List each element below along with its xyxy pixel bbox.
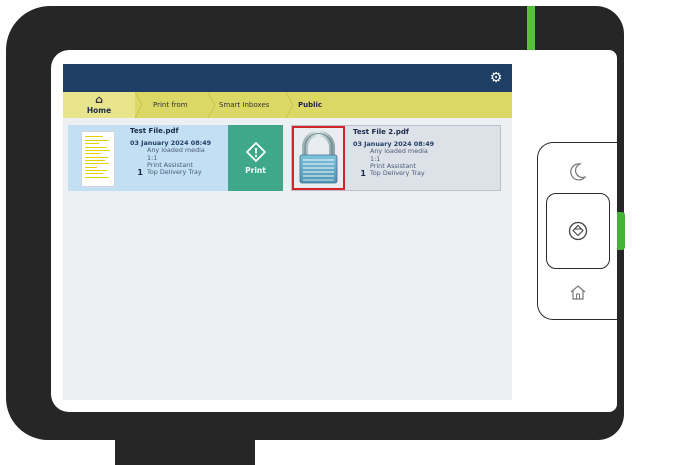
job-copies: 1 (137, 168, 143, 178)
activity-led (617, 212, 625, 250)
breadcrumb-separator (208, 92, 216, 118)
gear-icon: ⚙ (489, 70, 503, 86)
locked-job-thumbnail[interactable] (292, 126, 345, 190)
home-key[interactable] (560, 278, 596, 306)
breadcrumb: ⌂ Home Print from Smart Inboxes Public (63, 92, 512, 118)
breadcrumb-home[interactable]: ⌂ Home (63, 92, 135, 118)
job-name: Test File 2.pdf (353, 128, 409, 136)
home-icon: ⌂ (95, 93, 103, 106)
app-window: ⚙ ⌂ Home Print from Smart Inboxes Public (63, 64, 512, 400)
job-media: Any loaded media (147, 146, 205, 155)
stop-icon (568, 221, 588, 241)
breadcrumb-separator (135, 92, 143, 118)
status-led (527, 6, 535, 50)
job-tray: Top Delivery Tray (370, 169, 425, 178)
printer-device-stand (115, 440, 255, 465)
job-details: Test File.pdf 03 January 2024 08:49 Any … (130, 127, 211, 178)
print-button-label: Print (245, 165, 266, 175)
stop-key[interactable] (546, 193, 610, 269)
moon-icon (570, 163, 586, 181)
job-tray: Top Delivery Tray (147, 168, 202, 177)
lock-icon (299, 130, 338, 184)
breadcrumb-public[interactable]: Public (298, 92, 322, 118)
breadcrumb-smart-inboxes[interactable]: Smart Inboxes (219, 92, 269, 118)
job-card-test-file-2[interactable]: Test File 2.pdf 03 January 2024 08:49 An… (291, 125, 501, 191)
touch-screen: ⚙ ⌂ Home Print from Smart Inboxes Public (51, 50, 527, 412)
breadcrumb-home-label: Home (86, 106, 112, 115)
job-copies: 1 (360, 169, 366, 179)
job-copies-row: 1 Top Delivery Tray (130, 168, 211, 178)
job-copies-row: 1 Top Delivery Tray (353, 169, 434, 179)
job-name: Test File.pdf (130, 127, 179, 135)
job-card-test-file[interactable]: Test File.pdf 03 January 2024 08:49 Any … (68, 125, 283, 191)
job-details: Test File 2.pdf 03 January 2024 08:49 An… (353, 128, 434, 179)
job-media: Any loaded media (370, 147, 428, 156)
sleep-key[interactable] (560, 158, 596, 186)
top-bar: ⚙ (63, 64, 512, 92)
document-thumbnail (81, 131, 115, 187)
breadcrumb-print-from[interactable]: Print from (153, 92, 188, 118)
home-outline-icon (570, 285, 586, 300)
breadcrumb-separator (286, 92, 294, 118)
settings-button[interactable]: ⚙ (488, 70, 504, 86)
print-button[interactable]: Print (228, 125, 283, 191)
print-diamond-icon (245, 141, 266, 162)
